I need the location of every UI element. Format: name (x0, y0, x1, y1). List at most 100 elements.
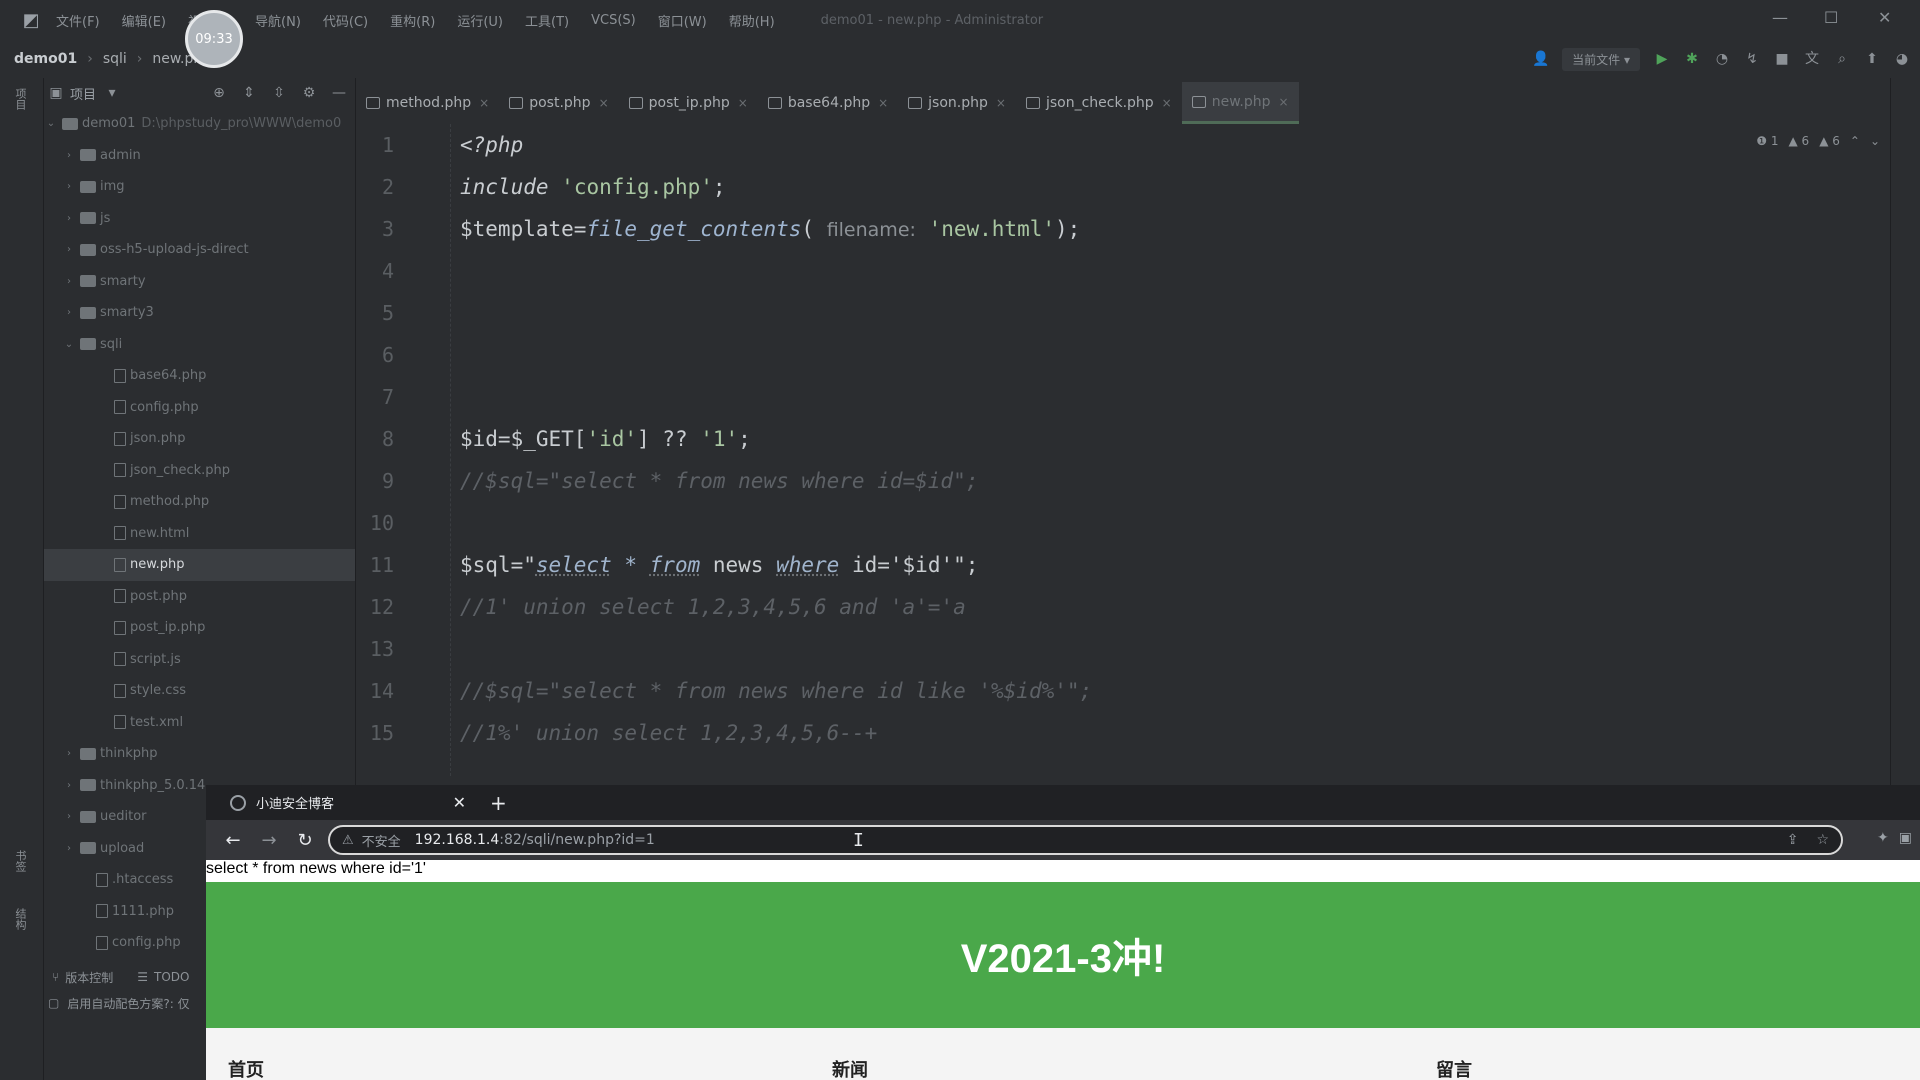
code-editor[interactable]: ❶ 1 ▲ 6 ▲ 6 ⌃ ⌄ 1 2 3 4 5 6 7 8 9 10 11 12 13 14 15 <?… (356, 124, 1920, 776)
bookmark-star-icon[interactable]: ☆ (1816, 832, 1829, 848)
close-tab-icon[interactable]: × (479, 96, 489, 110)
close-tab-icon[interactable]: × (1162, 96, 1172, 110)
chevron-right-icon[interactable]: › (62, 843, 76, 854)
structure-tool-tab[interactable]: 结构 (12, 908, 28, 930)
chevron-right-icon[interactable]: › (62, 811, 76, 822)
vcs-tab[interactable]: 版本控制 (65, 969, 113, 986)
editor-tab[interactable]: post.php × (499, 82, 618, 124)
chevron-right-icon[interactable]: › (62, 307, 76, 318)
run-icon[interactable]: ▶ (1654, 51, 1670, 67)
tree-folder[interactable]: › oss-h5-upload-js-direct (44, 234, 355, 266)
gear-icon[interactable]: ⚙ (301, 85, 317, 101)
close-tab-button[interactable]: ✕ (453, 793, 466, 812)
tree-folder[interactable]: › js (44, 203, 355, 235)
chevron-down-icon[interactable]: ⌄ (1870, 134, 1880, 148)
locate-file-icon[interactable]: ⊕ (211, 85, 227, 101)
profile-icon[interactable]: ▣ (1899, 830, 1912, 846)
debug-icon[interactable]: ✱ (1684, 51, 1700, 67)
tree-folder[interactable]: › thinkphp (44, 738, 355, 770)
editor-tab[interactable]: base64.php × (758, 82, 898, 124)
breadcrumb-folder[interactable]: sqli (103, 51, 127, 67)
tree-file[interactable]: new.html (44, 518, 355, 550)
run-config-select[interactable]: 当前文件 ▾ (1562, 47, 1640, 71)
profile-icon[interactable]: ↯ (1744, 51, 1760, 67)
stop-icon[interactable]: ■ (1774, 51, 1790, 67)
chevron-right-icon[interactable]: › (62, 748, 76, 759)
close-tab-icon[interactable]: × (996, 96, 1006, 110)
chevron-down-icon[interactable]: ▾ (104, 85, 120, 101)
close-tab-icon[interactable]: × (599, 96, 609, 110)
maximize-button[interactable]: ☐ (1824, 8, 1838, 27)
menu-file[interactable]: 文件(F) (56, 11, 100, 30)
project-tool-tab[interactable]: 项目 (12, 88, 28, 110)
minimize-button[interactable]: — (1772, 8, 1788, 27)
collapse-all-icon[interactable]: ⇳ (271, 85, 287, 101)
warning-icon[interactable]: ⚠ (342, 833, 354, 848)
menu-edit[interactable]: 编辑(E) (122, 11, 166, 30)
editor-tab[interactable]: method.php × (356, 82, 499, 124)
new-tab-button[interactable]: + (490, 791, 507, 815)
close-tab-icon[interactable]: × (878, 96, 888, 110)
tree-file[interactable]: json_check.php (44, 455, 355, 487)
project-panel-title[interactable]: 项目 (70, 84, 96, 103)
tree-file[interactable]: post.php (44, 581, 355, 613)
reload-icon[interactable]: ↻ (296, 830, 314, 851)
tree-folder[interactable]: ⌄ sqli (44, 329, 355, 361)
chevron-down-icon[interactable]: ⌄ (44, 118, 58, 129)
tree-file[interactable]: script.js (44, 644, 355, 676)
expand-all-icon[interactable]: ⇕ (241, 85, 257, 101)
tree-root[interactable]: ⌄ demo01 D:\phpstudy_pro\WWW\demo0 (44, 108, 355, 140)
notification-text[interactable]: 启用自动配色方案?: 仅 (67, 995, 189, 1012)
menu-navigate[interactable]: 导航(N) (255, 11, 301, 30)
user-icon[interactable]: 👤 (1532, 51, 1549, 67)
editor-tab[interactable]: json_check.php × (1016, 82, 1182, 124)
todo-tab[interactable]: TODO (154, 970, 189, 984)
extension-icon[interactable]: ✦ (1877, 830, 1889, 846)
close-window-button[interactable]: ✕ (1878, 8, 1891, 27)
menu-tools[interactable]: 工具(T) (525, 11, 569, 30)
address-bar[interactable]: ⚠ 不安全 192.168.1.4:82/sqli/new.php?id=1 ⇪… (328, 825, 1843, 855)
plugin-icon[interactable]: ◕ (1894, 51, 1910, 67)
tree-file[interactable]: post_ip.php (44, 612, 355, 644)
close-tab-icon[interactable]: × (1278, 95, 1288, 109)
chevron-right-icon[interactable]: › (62, 780, 76, 791)
tree-folder[interactable]: › smarty (44, 266, 355, 298)
browser-tab[interactable]: 小迪安全博客 ✕ (206, 785, 476, 820)
forward-icon[interactable]: → (260, 830, 278, 851)
editor-tab[interactable]: post_ip.php × (619, 82, 758, 124)
insecure-label[interactable]: 不安全 (362, 831, 401, 850)
tree-file[interactable]: base64.php (44, 360, 355, 392)
tree-file[interactable]: style.css (44, 675, 355, 707)
chevron-right-icon[interactable]: › (62, 150, 76, 161)
nav-link-news[interactable]: 新闻 (832, 1056, 868, 1080)
tree-file[interactable]: new.php (44, 549, 355, 581)
chevron-right-icon[interactable]: › (62, 181, 76, 192)
chevron-right-icon[interactable]: › (62, 276, 76, 287)
editor-tab[interactable]: json.php × (898, 82, 1016, 124)
tree-file[interactable]: json.php (44, 423, 355, 455)
editor-tab[interactable]: new.php × (1181, 82, 1299, 124)
menu-help[interactable]: 帮助(H) (729, 11, 775, 30)
hide-panel-icon[interactable]: — (331, 85, 347, 101)
tree-folder[interactable]: › admin (44, 140, 355, 172)
menu-run[interactable]: 运行(U) (457, 11, 503, 30)
tree-file[interactable]: method.php (44, 486, 355, 518)
menu-code[interactable]: 代码(C) (323, 11, 368, 30)
tree-folder[interactable]: › smarty3 (44, 297, 355, 329)
coverage-icon[interactable]: ◔ (1714, 51, 1730, 67)
update-icon[interactable]: ⬆ (1864, 51, 1880, 67)
nav-link-guestbook[interactable]: 留言 (1436, 1056, 1472, 1080)
tree-file[interactable]: config.php (44, 392, 355, 424)
back-icon[interactable]: ← (224, 830, 242, 851)
chevron-down-icon[interactable]: ⌄ (62, 339, 76, 350)
menu-refactor[interactable]: 重构(R) (390, 11, 435, 30)
tree-folder[interactable]: › img (44, 171, 355, 203)
share-icon[interactable]: ⇪ (1787, 832, 1799, 848)
search-icon[interactable]: ⌕ (1834, 51, 1850, 67)
menu-vcs[interactable]: VCS(S) (591, 13, 636, 28)
chevron-right-icon[interactable]: › (62, 213, 76, 224)
bookmarks-tool-tab[interactable]: 书签 (12, 850, 28, 872)
menu-window[interactable]: 窗口(W) (658, 11, 707, 30)
translate-icon[interactable]: 文 (1804, 51, 1820, 67)
close-tab-icon[interactable]: × (738, 96, 748, 110)
